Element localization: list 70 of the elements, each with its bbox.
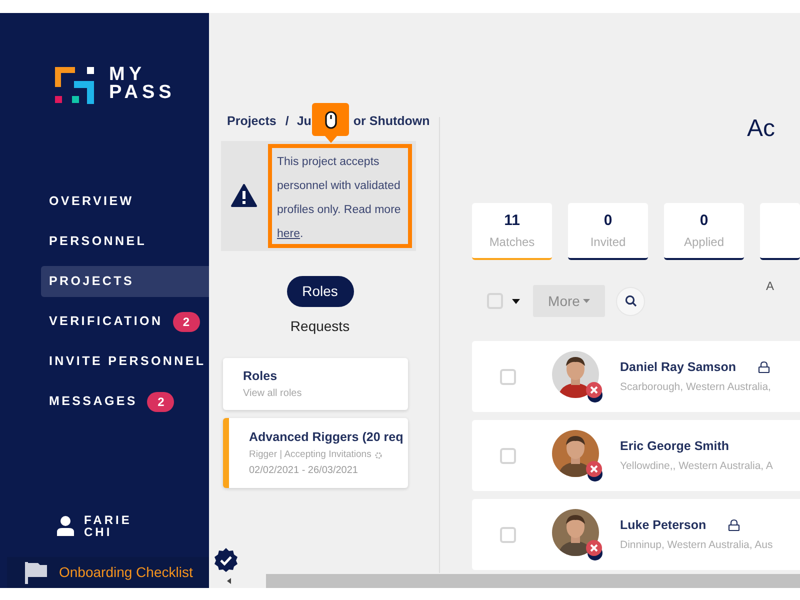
- person-card[interactable]: Luke Peterson Dinninup, Western Australia, Aus: [472, 499, 800, 570]
- status-badge-icon: [585, 538, 604, 560]
- logo-text: MY: [109, 66, 146, 84]
- nav-item[interactable]: INVITE PERSONNEL: [41, 346, 209, 377]
- onboarding-bar[interactable]: Onboarding Checklist: [7, 557, 209, 588]
- count-badge: 2: [147, 392, 174, 412]
- verified-badge-icon: [214, 548, 238, 572]
- role-dates: 02/02/2021 - 26/03/2021: [249, 464, 359, 478]
- breadcrumb-link[interactable]: Projects: [227, 112, 276, 131]
- search-icon: [624, 295, 636, 307]
- requests-label: Requests: [290, 316, 350, 336]
- search-button[interactable]: [616, 286, 645, 316]
- nav-item[interactable]: MESSAGES 2: [41, 386, 209, 417]
- stat-value: 0: [700, 210, 708, 230]
- stat-value: 0: [604, 210, 612, 230]
- mouse-icon: [324, 110, 336, 128]
- scroll-left-icon[interactable]: [227, 578, 231, 584]
- logo-icon: [55, 67, 95, 104]
- checkbox[interactable]: [487, 293, 503, 309]
- stat-label: Invited: [590, 234, 626, 250]
- stat-card[interactable]: 0 Invited: [568, 203, 648, 260]
- person-location: Scarborough, Western Australia,: [620, 380, 771, 394]
- person-location: Dinninup, Western Australia, Aus: [620, 538, 773, 552]
- role-card[interactable]: Advanced Riggers (20 req Rigger | Accepting Invitations 02/02/2021 - 26/03/2021: [223, 418, 408, 488]
- scrollbar-thumb[interactable]: [266, 574, 800, 588]
- breadcrumb-current: Ju: [296, 113, 312, 130]
- nav-item[interactable]: VERIFICATION 2: [41, 306, 209, 337]
- breadcrumb-current: or Shutdown: [353, 113, 430, 130]
- logo-text: PASS: [109, 84, 176, 102]
- person-card[interactable]: Daniel Ray Samson Scarborough, Western Australia,: [472, 341, 800, 412]
- flag-icon: [25, 562, 47, 584]
- caret-icon: [582, 299, 590, 303]
- stat-card[interactable]: 11 Matches: [472, 203, 552, 260]
- role-card[interactable]: Roles View all roles: [223, 358, 408, 410]
- roles-button[interactable]: Roles: [286, 276, 354, 307]
- user-icon: [57, 516, 74, 536]
- user-name: CHI: [84, 526, 114, 538]
- toolbar-label: A: [766, 278, 774, 295]
- checkbox[interactable]: [500, 526, 516, 542]
- nav-item[interactable]: PERSONNEL: [41, 226, 209, 257]
- person-name[interactable]: Eric George Smith: [620, 436, 730, 456]
- warning-icon: [231, 184, 257, 208]
- page-heading: Ac: [747, 114, 776, 144]
- status-badge-icon: [585, 460, 604, 482]
- stat-label: Matches: [489, 234, 535, 250]
- person-name[interactable]: Luke Peterson: [620, 516, 706, 534]
- onboarding-link[interactable]: Onboarding Checklist: [59, 562, 193, 583]
- caret-icon[interactable]: [512, 298, 520, 304]
- checkbox[interactable]: [500, 448, 516, 464]
- role-title: Advanced Riggers (20 req: [249, 428, 404, 446]
- role-subtitle: View all roles: [243, 386, 303, 400]
- gear-icon: [374, 450, 384, 460]
- notice-link[interactable]: here: [277, 228, 300, 240]
- nav-item[interactable]: OVERVIEW: [41, 186, 209, 217]
- user-name: FARIE: [84, 514, 132, 526]
- checkbox[interactable]: [500, 368, 516, 384]
- breadcrumb-separator: /: [285, 113, 289, 130]
- person-location: Yellowdine,, Western Australia, A: [620, 458, 773, 474]
- stat-card[interactable]: [760, 203, 800, 260]
- role-meta: Rigger | Accepting Invitations: [249, 448, 372, 462]
- stat-label: Applied: [684, 234, 724, 250]
- status-badge-icon: [585, 380, 604, 402]
- stat-card[interactable]: 0 Applied: [664, 203, 744, 260]
- count-badge: 2: [172, 312, 200, 332]
- stat-value: 11: [504, 210, 520, 230]
- notice-text: This project accepts personnel with validated profiles only. Read more here.: [277, 154, 401, 242]
- person-card[interactable]: Eric George Smith Yellowdine,, Western Australia, A: [472, 420, 800, 491]
- person-name[interactable]: Daniel Ray Samson: [620, 358, 736, 376]
- nav-item[interactable]: PROJECTS: [41, 266, 209, 297]
- role-title: Roles: [243, 368, 278, 385]
